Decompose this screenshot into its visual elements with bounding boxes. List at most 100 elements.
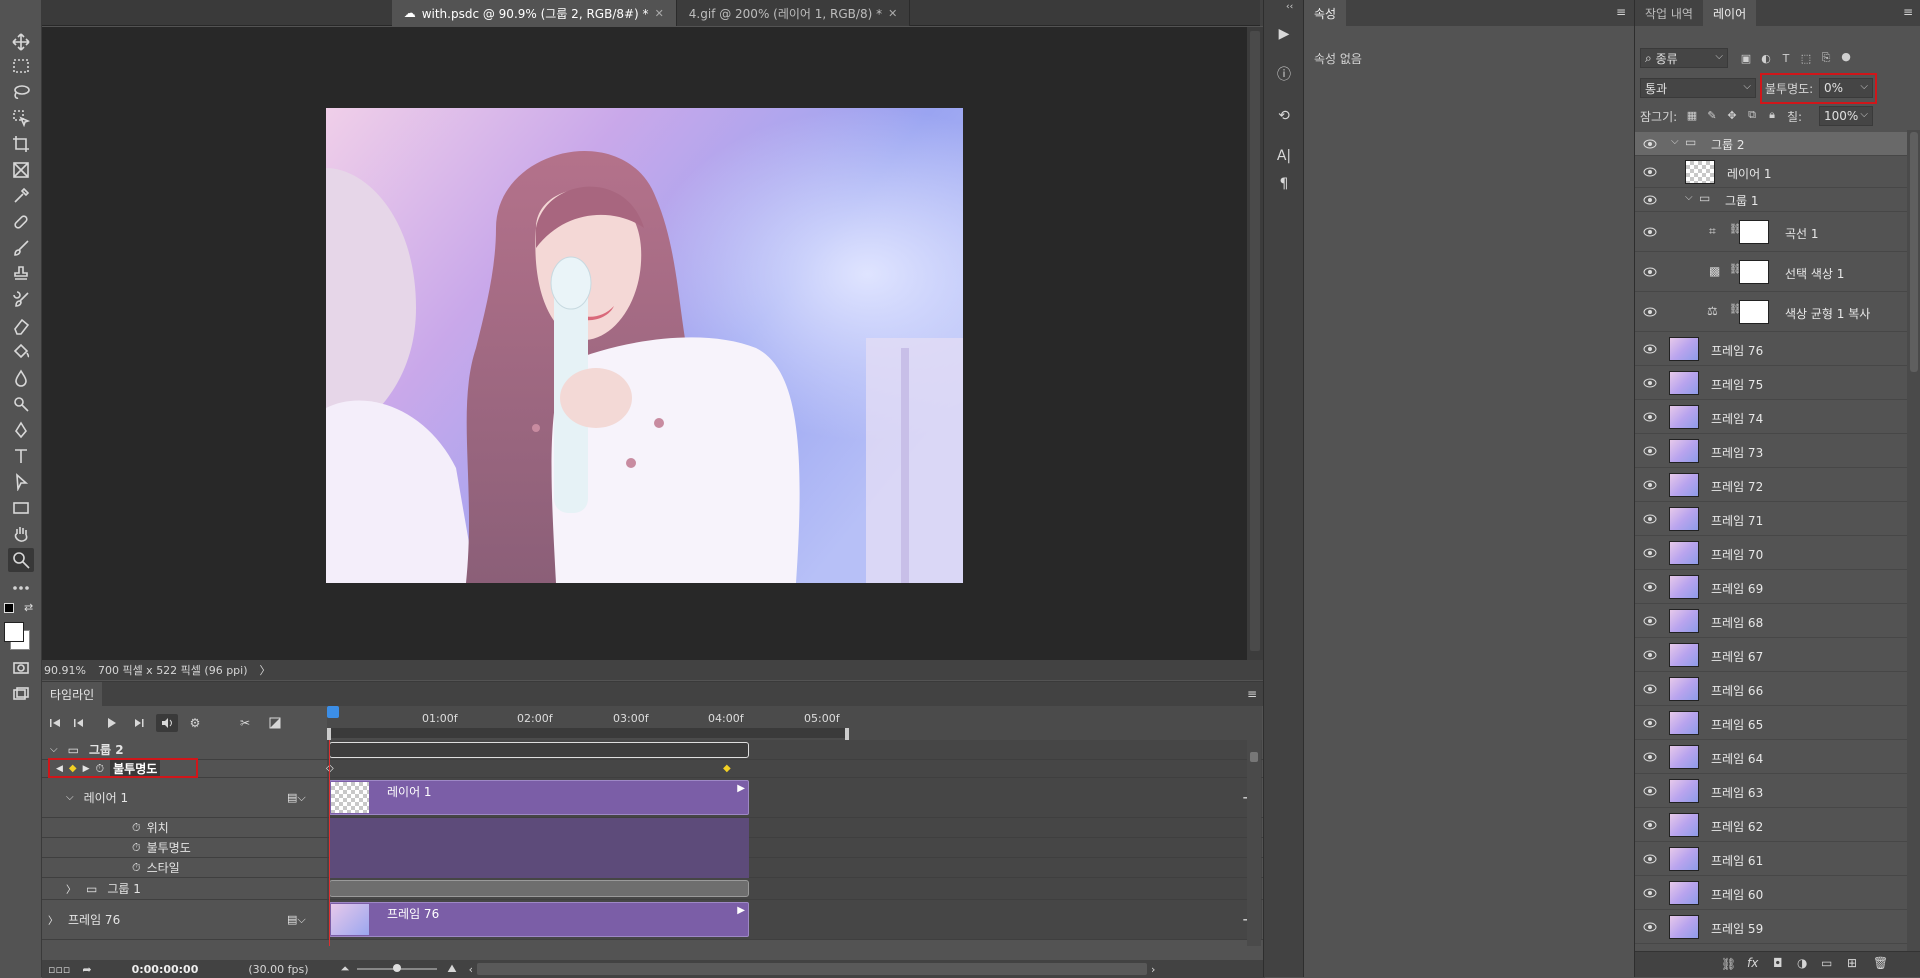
eraser-tool-icon[interactable] (8, 314, 34, 338)
timeline-horizontal-scrollbar[interactable] (477, 963, 1147, 975)
layer-row-frame[interactable]: 프레임 68 (1635, 604, 1907, 638)
filter-type-icon[interactable]: T (1779, 51, 1793, 65)
fx-icon[interactable]: fx (1747, 956, 1758, 970)
tab-timeline[interactable]: 타임라인 (42, 682, 103, 706)
new-layer-icon[interactable]: ⊞ (1847, 956, 1857, 970)
add-mask-icon[interactable]: ◘ (1773, 956, 1783, 970)
visibility-eye-icon[interactable] (1642, 581, 1658, 593)
layer-row-group-2[interactable]: ⌵ ▭ 그룹 2 (1635, 132, 1907, 156)
layer-row-frame[interactable]: 프레임 76 (1635, 332, 1907, 366)
marquee-tool-icon[interactable] (8, 54, 34, 78)
tab-layers[interactable]: 레이어 (1702, 0, 1757, 26)
status-menu-arrow[interactable]: 〉 (260, 662, 271, 678)
foreground-color-swatch[interactable] (4, 622, 24, 642)
filter-pixel-icon[interactable]: ▣ (1739, 51, 1753, 65)
visibility-eye-icon[interactable] (1642, 785, 1658, 797)
settings-gear-icon[interactable]: ⚙ (184, 714, 206, 732)
layer-row-frame[interactable]: 프레임 71 (1635, 502, 1907, 536)
clip-end-icon[interactable]: ▶ (737, 905, 745, 916)
chevron-right-icon[interactable]: 〉 (48, 912, 58, 927)
close-icon[interactable]: ✕ (888, 7, 897, 20)
path-selection-tool-icon[interactable] (8, 470, 34, 494)
visibility-eye-icon[interactable] (1642, 306, 1658, 318)
lasso-tool-icon[interactable] (8, 80, 34, 104)
layer-row-frame[interactable]: 프레임 64 (1635, 740, 1907, 774)
visibility-eye-icon[interactable] (1642, 887, 1658, 899)
filter-shape-icon[interactable]: ⬚ (1799, 51, 1813, 65)
chevron-down-icon[interactable]: ⌵ (50, 744, 58, 755)
visibility-eye-icon[interactable] (1642, 411, 1658, 423)
close-icon[interactable]: ✕ (655, 7, 664, 20)
clone-stamp-tool-icon[interactable] (8, 262, 34, 286)
visibility-eye-icon[interactable] (1642, 266, 1658, 278)
stopwatch-icon[interactable]: ⏱ (132, 861, 141, 875)
visibility-eye-icon[interactable] (1642, 751, 1658, 763)
first-frame-icon[interactable] (44, 714, 66, 732)
visibility-eye-icon[interactable] (1642, 226, 1658, 238)
chevron-down-icon[interactable]: ⌵ (1685, 192, 1693, 203)
visibility-eye-icon[interactable] (1642, 513, 1658, 525)
layer-row-frame[interactable]: 프레임 62 (1635, 808, 1907, 842)
lock-transparent-icon[interactable]: ▦ (1685, 108, 1699, 122)
new-group-icon[interactable]: ▭ (1821, 956, 1832, 970)
chevron-right-icon[interactable]: 〉 (66, 881, 76, 896)
layer-row-frame[interactable]: 프레임 69 (1635, 570, 1907, 604)
object-select-tool-icon[interactable] (8, 106, 34, 130)
visibility-eye-icon[interactable] (1642, 819, 1658, 831)
zoom-in-icon[interactable]: ⛰ (447, 962, 456, 976)
actions-play-icon[interactable]: ▶ (1272, 22, 1296, 46)
swap-colors-icon[interactable]: ⇄ (24, 601, 33, 614)
layer-row-frame[interactable]: 프레임 61 (1635, 842, 1907, 876)
visibility-eye-icon[interactable] (1642, 921, 1658, 933)
panel-menu-icon[interactable]: ≡ (1616, 5, 1626, 19)
layer-row-color-balance-copy[interactable]: ⚖ ⛓ 색상 균형 1 복사 (1635, 292, 1907, 332)
transition-icon[interactable] (264, 714, 286, 732)
lock-position-icon[interactable]: ✥ (1725, 108, 1739, 122)
work-area-bar[interactable] (327, 728, 847, 738)
healing-brush-tool-icon[interactable] (8, 210, 34, 234)
film-menu-icon[interactable]: ▤⌵ (287, 913, 306, 927)
dodge-tool-icon[interactable] (8, 392, 34, 416)
quick-mask-icon[interactable] (8, 656, 34, 680)
visibility-eye-icon[interactable] (1642, 547, 1658, 559)
layer-row-frame[interactable]: 프레임 60 (1635, 876, 1907, 910)
type-tool-icon[interactable] (8, 444, 34, 468)
visibility-eye-icon[interactable] (1642, 615, 1658, 627)
visibility-eye-icon[interactable] (1642, 138, 1658, 150)
layer-row-frame[interactable]: 프레임 65 (1635, 706, 1907, 740)
rectangle-tool-icon[interactable] (8, 496, 34, 520)
screen-mode-icon[interactable] (8, 682, 34, 706)
document-tab-with-psdc[interactable]: ☁ with.psdc @ 90.9% (그룹 2, RGB/8#) * ✕ (391, 0, 677, 26)
layer-row-frame[interactable]: 프레임 75 (1635, 366, 1907, 400)
lock-all-icon[interactable]: 🔒︎ (1765, 108, 1779, 122)
layer-row-frame[interactable]: 프레임 72 (1635, 468, 1907, 502)
layer-row-frame[interactable]: 프레임 70 (1635, 536, 1907, 570)
scroll-right-icon[interactable]: › (1151, 963, 1155, 976)
visibility-eye-icon[interactable] (1642, 683, 1658, 695)
paragraph-icon[interactable]: ¶ (1272, 172, 1296, 196)
new-adjustment-icon[interactable]: ◑ (1797, 956, 1807, 970)
frame-mode-icon[interactable]: ▫▫▫ (48, 963, 70, 976)
layer-1-clip[interactable]: 레이어 1 ▶ (329, 780, 749, 815)
tab-history[interactable]: 작업 내역 (1635, 0, 1703, 26)
group-bar[interactable] (329, 880, 749, 897)
filter-adjustment-icon[interactable]: ◐ (1759, 51, 1773, 65)
hand-tool-icon[interactable] (8, 522, 34, 546)
layer-row-frame[interactable]: 프레임 74 (1635, 400, 1907, 434)
previous-frame-icon[interactable] (68, 714, 90, 732)
crop-tool-icon[interactable] (8, 132, 34, 156)
scroll-left-icon[interactable]: ‹ (469, 963, 473, 976)
stopwatch-icon[interactable]: ⏱ (132, 841, 141, 855)
visibility-eye-icon[interactable] (1642, 343, 1658, 355)
visibility-eye-icon[interactable] (1642, 479, 1658, 491)
frame-tool-icon[interactable] (8, 158, 34, 182)
chevron-down-icon[interactable]: ⌵ (66, 792, 74, 803)
split-scissors-icon[interactable]: ✂ (234, 714, 256, 732)
move-tool-icon[interactable] (8, 30, 34, 54)
filter-smart-object-icon[interactable]: ⎘ (1819, 51, 1833, 65)
layer-row-layer-1[interactable]: 레이어 1 (1635, 156, 1907, 188)
play-icon[interactable] (100, 714, 122, 732)
visibility-eye-icon[interactable] (1642, 166, 1658, 178)
character-icon[interactable]: A| (1272, 144, 1296, 168)
blend-mode-dropdown[interactable]: 통과 ⌵ (1640, 78, 1756, 98)
